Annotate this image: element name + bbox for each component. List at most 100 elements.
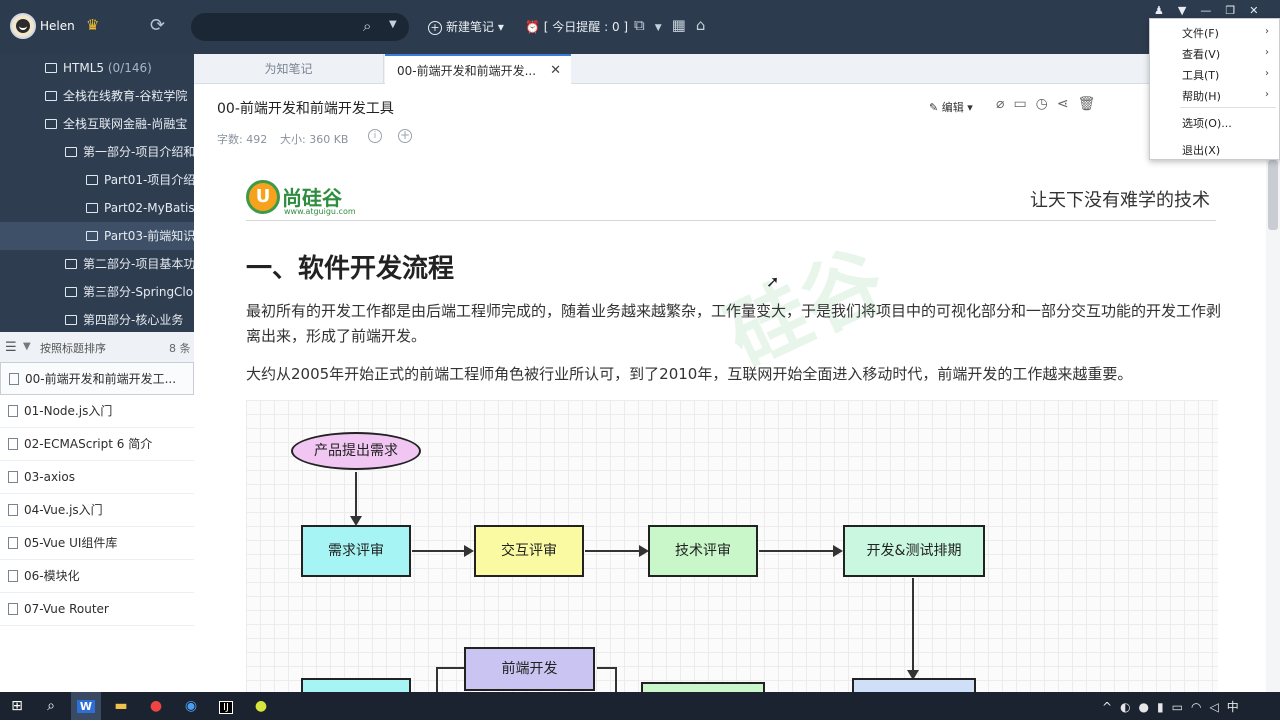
mic-icon[interactable]: ▮ [1157, 700, 1172, 714]
edit-button[interactable]: ✎ 编辑 ▾ [929, 99, 973, 115]
minimize-icon[interactable]: — [1200, 4, 1225, 17]
note-list-header: ☰ ▼ 按照标题排序 8 条 [0, 332, 194, 362]
folder-icon [86, 231, 98, 241]
restore-icon[interactable]: ❐ [1225, 4, 1249, 17]
folder-item[interactable]: Part01-项目介绍 [0, 166, 194, 194]
add-icon[interactable]: + [398, 129, 412, 143]
folder-item[interactable]: 全栈互联网金融-尚融宝 [0, 110, 194, 138]
file-size: 大小: 360 KB [280, 133, 349, 146]
flow-step-1: 需求评审 [301, 525, 411, 577]
word-count: 字数: 492 [217, 133, 268, 146]
page-title[interactable]: 00-前端开发和前端开发工具 [217, 98, 394, 118]
wifi-icon[interactable]: ◠ [1191, 700, 1209, 714]
logo-site: www.atguigu.com [284, 207, 356, 216]
file-explorer-icon[interactable]: ▬ [106, 692, 136, 720]
recorder-icon[interactable]: ● [246, 692, 276, 720]
list-item[interactable]: 05-Vue UI组件库 [0, 527, 194, 560]
share-icon[interactable]: ⋖ [1057, 96, 1078, 112]
close-icon[interactable]: ✕ [1249, 4, 1272, 17]
document-icon [8, 471, 18, 483]
chevron-right-icon: › [1265, 47, 1269, 58]
network-icon[interactable]: ◐ [1120, 700, 1138, 714]
folder-item[interactable]: HTML5 (0/146) [0, 54, 194, 82]
folder-icon [45, 63, 57, 73]
grid-icon[interactable]: ▦ [672, 16, 696, 34]
close-icon[interactable]: ✕ [550, 56, 561, 86]
top-toolbar: Helen ♛ ⟳ ⌕ ▼ + 新建笔记 ▾ ⏰ [ 今日提醒 : 0 ] ⧉▼▦… [0, 0, 1280, 54]
export-icon[interactable]: ⧉ [634, 16, 655, 34]
list-view-icon[interactable]: ☰ [5, 340, 17, 355]
chevron-down-icon[interactable]: ▼ [655, 23, 672, 33]
ide-icon[interactable]: IJ [211, 692, 241, 720]
volume-icon[interactable]: ◁ [1209, 700, 1226, 714]
folder-item-selected[interactable]: Part03-前端知识 [0, 222, 194, 250]
flow-box-bottom-right [852, 678, 976, 692]
list-item[interactable]: 02-ECMAScript 6 简介 [0, 428, 194, 461]
search-icon[interactable]: ⌕ [36, 692, 66, 720]
wiznote-app-icon[interactable]: W [71, 692, 101, 720]
home-icon[interactable]: ⌂ [696, 16, 716, 34]
browser-icon[interactable]: ◉ [176, 692, 206, 720]
list-item[interactable]: 07-Vue Router [0, 593, 194, 626]
folder-item[interactable]: Part02-MyBatis [0, 194, 194, 222]
comment-icon[interactable]: ▭ [1013, 96, 1035, 112]
delete-icon[interactable]: 🗑 [1078, 96, 1105, 112]
list-item[interactable]: 03-axios [0, 461, 194, 494]
app-tray-icon[interactable]: ● [1139, 700, 1157, 714]
list-item[interactable]: 01-Node.js入门 [0, 395, 194, 428]
sort-dropdown[interactable]: 按照标题排序 [40, 340, 106, 356]
menu-down-icon[interactable]: ▼ [1178, 4, 1200, 17]
chevron-up-icon[interactable]: ^ [1102, 700, 1120, 714]
attachment-icon[interactable]: ⌀ [996, 96, 1013, 112]
logo-mark: U [246, 180, 280, 214]
language-indicator[interactable]: 中 [1227, 700, 1247, 714]
chevron-down-icon[interactable]: ▼ [389, 19, 397, 30]
flow-step-2: 交互评审 [474, 525, 584, 577]
list-item[interactable]: 00-前端开发和前端开发工... [0, 362, 194, 395]
folder-item[interactable]: 第二部分-项目基本功能 [0, 250, 194, 278]
chevron-right-icon: › [1265, 89, 1269, 100]
battery-icon[interactable]: ▭ [1172, 700, 1191, 714]
flow-step-4: 开发&测试排期 [843, 525, 985, 577]
history-icon[interactable]: ◷ [1036, 96, 1057, 112]
search-input[interactable]: ⌕ ▼ [191, 13, 409, 41]
chevron-right-icon: › [1265, 26, 1269, 37]
list-item[interactable]: 06-模块化 [0, 560, 194, 593]
list-item[interactable]: 04-Vue.js入门 [0, 494, 194, 527]
menu-item-exit[interactable]: 退出(X) [1182, 142, 1220, 158]
skin-icon[interactable]: ♟ [1154, 4, 1178, 17]
flow-arrow [350, 472, 362, 526]
reminder-label: [ 今日提醒 : 0 ] [543, 20, 629, 34]
folder-icon [45, 119, 57, 129]
menu-item-file[interactable]: 文件(F) [1182, 25, 1219, 41]
search-icon[interactable]: ⌕ [363, 17, 371, 35]
menu-item-view[interactable]: 查看(V) [1182, 46, 1220, 62]
folder-item[interactable]: 第三部分-SpringCloud [0, 278, 194, 306]
sidebar: HTML5 (0/146) 全栈在线教育-谷粒学院 全栈互联网金融-尚融宝 第一… [0, 54, 194, 692]
scrollbar[interactable] [1266, 160, 1280, 692]
scrollbar-thumb[interactable] [1268, 160, 1278, 230]
chevron-down-icon[interactable]: ▼ [23, 341, 31, 352]
menu-item-help[interactable]: 帮助(H) [1182, 88, 1221, 104]
plus-icon: + [428, 21, 442, 35]
folder-icon [45, 91, 57, 101]
windows-start-icon[interactable]: ⊞ [2, 692, 32, 720]
avatar[interactable] [10, 13, 36, 39]
flow-connector [597, 667, 617, 692]
new-note-button[interactable]: + 新建笔记 ▾ [428, 18, 504, 35]
folder-item[interactable]: 第一部分-项目介绍和 [0, 138, 194, 166]
folder-item[interactable]: 第四部分-核心业务 [0, 306, 194, 332]
tab-active-note[interactable]: 00-前端开发和前端开发... ✕ [385, 54, 571, 85]
menu-item-options[interactable]: 选项(O)... [1182, 115, 1232, 131]
folder-item[interactable]: 全栈在线教育-谷粒学院 [0, 82, 194, 110]
info-icon[interactable]: i [368, 129, 382, 143]
username[interactable]: Helen [40, 19, 75, 33]
tab-home[interactable]: 为知笔记 [194, 54, 384, 84]
reminder-button[interactable]: ⏰ [ 今日提醒 : 0 ] [525, 18, 628, 35]
chevron-right-icon: › [1265, 68, 1269, 79]
sync-icon[interactable]: ⟳ [150, 15, 165, 36]
taskbar: ⊞ ⌕ W ▬ ● ◉ IJ ● ^◐●▮▭◠◁中 [0, 692, 1280, 720]
toolbar-icons: ⧉▼▦⌂ [634, 16, 715, 34]
chrome-icon[interactable]: ● [141, 692, 171, 720]
menu-item-tools[interactable]: 工具(T) [1182, 67, 1219, 83]
